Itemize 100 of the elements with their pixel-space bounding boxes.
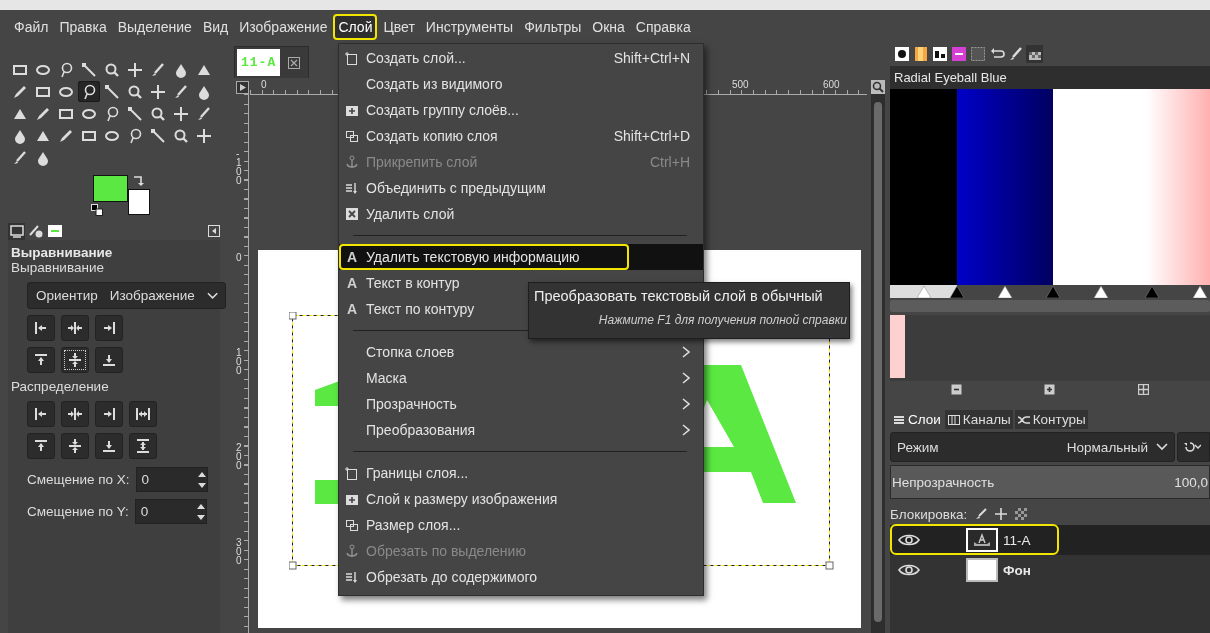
- arrow-bar-icon: [33, 406, 49, 422]
- mode-dropdown[interactable]: Режим Нормальный: [890, 432, 1175, 462]
- menu-item[interactable]: Удалить слой: [339, 201, 703, 227]
- tool-button[interactable]: [78, 81, 100, 102]
- dock-tab[interactable]: [1026, 45, 1043, 63]
- arrow-bar-icon: [101, 438, 117, 454]
- composite-mode-dropdown[interactable]: [1177, 432, 1210, 462]
- tool-icon: [196, 127, 212, 144]
- tab-icon: [950, 46, 967, 62]
- menu-item[interactable]: Создать группу слоёв...: [339, 97, 703, 123]
- menu-item[interactable]: Прозрачность: [339, 391, 703, 417]
- quick-mask-icon[interactable]: [236, 80, 249, 94]
- tool-icon: [35, 105, 51, 122]
- tool-icon: [150, 61, 166, 78]
- panel-tab[interactable]: [46, 222, 63, 240]
- menu-item[interactable]: Выделение: [112, 14, 197, 40]
- brush-icon[interactable]: [975, 508, 988, 520]
- menu-item[interactable]: Изображение: [234, 14, 333, 40]
- tool-icon: [173, 127, 189, 144]
- zoom-in-icon[interactable]: [1044, 384, 1056, 395]
- foreground-color-swatch[interactable]: [93, 175, 128, 202]
- menu-item[interactable]: Окна: [587, 14, 630, 40]
- zoom-icon[interactable]: [871, 80, 885, 94]
- panel-tab[interactable]: [8, 222, 25, 240]
- default-colors-icon[interactable]: [91, 204, 103, 216]
- distribute-button[interactable]: [129, 433, 157, 459]
- dock-tab[interactable]: [912, 45, 929, 63]
- opacity-slider[interactable]: Непрозрачность 100,0: [890, 465, 1210, 499]
- tool-icon: [127, 127, 143, 144]
- distribute-button[interactable]: [61, 401, 89, 427]
- menu-item[interactable]: Справка: [630, 14, 696, 40]
- checkerboard-icon[interactable]: [1015, 508, 1028, 520]
- vertical-scrollbar[interactable]: [871, 94, 885, 633]
- menu-item[interactable]: Файл: [9, 14, 54, 40]
- menu-item[interactable]: Обрезать до содержимого: [339, 564, 703, 590]
- chevron-down-icon: [1156, 443, 1168, 451]
- chevron-right-icon: [682, 372, 690, 384]
- eye-icon[interactable]: [898, 563, 920, 577]
- menu-item[interactable]: Создать из видимого: [339, 71, 703, 97]
- image-thumbnail: 11-A: [237, 49, 281, 76]
- menu-item[interactable]: Объединить с предыдущим: [339, 175, 703, 201]
- distribute-button[interactable]: [95, 433, 123, 459]
- dock-tab[interactable]: [950, 45, 967, 63]
- align-button[interactable]: [27, 315, 55, 341]
- chevron-right-icon: [682, 424, 690, 436]
- zoom-out-icon[interactable]: [951, 384, 963, 395]
- offset-field[interactable]: 0: [134, 499, 207, 524]
- arrow-bar-icon: [67, 438, 83, 454]
- move-icon[interactable]: [995, 508, 1008, 520]
- tab-icon: [27, 223, 44, 239]
- menu-item[interactable]: Фильтры: [519, 14, 587, 40]
- menu-item[interactable]: Размер слоя...: [339, 512, 703, 538]
- menu-item[interactable]: Слой: [333, 14, 378, 40]
- distribute-button[interactable]: [61, 433, 89, 459]
- chevron-down-icon: [206, 291, 218, 300]
- menu-item[interactable]: Цвет: [378, 14, 420, 40]
- menu-item[interactable]: Вид: [197, 14, 234, 40]
- ruler-label: 200: [236, 443, 242, 470]
- menu-item[interactable]: Преобразования: [339, 417, 703, 443]
- menu-item[interactable]: Создать копию слоя Shift+Ctrl+D: [339, 123, 703, 149]
- align-button[interactable]: [95, 347, 123, 373]
- tool-icon: [173, 105, 189, 122]
- align-button[interactable]: [27, 347, 55, 373]
- eye-icon[interactable]: [898, 533, 920, 547]
- distribute-button[interactable]: [95, 401, 123, 427]
- tab-icon: [912, 46, 929, 62]
- distribute-button[interactable]: [27, 433, 55, 459]
- close-icon[interactable]: [288, 56, 301, 69]
- relative-to-dropdown[interactable]: Ориентир Изображение: [27, 282, 226, 309]
- ruler-label: 0: [261, 79, 267, 90]
- align-button[interactable]: [61, 315, 89, 341]
- menu-item[interactable]: Инструменты: [420, 14, 519, 40]
- panel-menu-icon[interactable]: [208, 225, 220, 237]
- dock-tab[interactable]: [893, 45, 910, 63]
- layer-row[interactable]: 11-A: [890, 525, 1210, 555]
- menu-item[interactable]: Стопка слоев: [339, 339, 703, 365]
- menu-item[interactable]: A Удалить текстовую информацию: [339, 244, 703, 270]
- menu-item[interactable]: Создать слой... Shift+Ctrl+N: [339, 45, 703, 71]
- menu-item[interactable]: Маска: [339, 365, 703, 391]
- menu-item[interactable]: Правка: [54, 14, 112, 40]
- panel-tab[interactable]: Каналы: [944, 410, 1013, 429]
- menu-item[interactable]: Границы слоя...: [339, 460, 703, 486]
- dock-tab[interactable]: [931, 45, 948, 63]
- menu-item[interactable]: Слой к размеру изображения: [339, 486, 703, 512]
- zoom-fit-icon[interactable]: [1137, 384, 1149, 395]
- offset-field[interactable]: 0: [135, 467, 208, 492]
- tool-icon: [150, 105, 166, 122]
- arrow-bar-icon: [135, 438, 151, 454]
- swap-arrow-icon[interactable]: [132, 175, 144, 187]
- layer-row[interactable]: Фон: [890, 555, 1210, 585]
- background-color-swatch[interactable]: [128, 189, 150, 215]
- chevron-right-icon: [682, 346, 690, 358]
- align-button[interactable]: [61, 347, 89, 373]
- align-button[interactable]: [95, 315, 123, 341]
- panel-tab[interactable]: Контуры: [1014, 410, 1088, 429]
- color-swatch[interactable]: [890, 315, 905, 378]
- distribute-button[interactable]: [27, 401, 55, 427]
- distribute-button[interactable]: [129, 401, 157, 427]
- arrow-bar-icon: [67, 352, 83, 368]
- tab-icon: [46, 223, 63, 239]
